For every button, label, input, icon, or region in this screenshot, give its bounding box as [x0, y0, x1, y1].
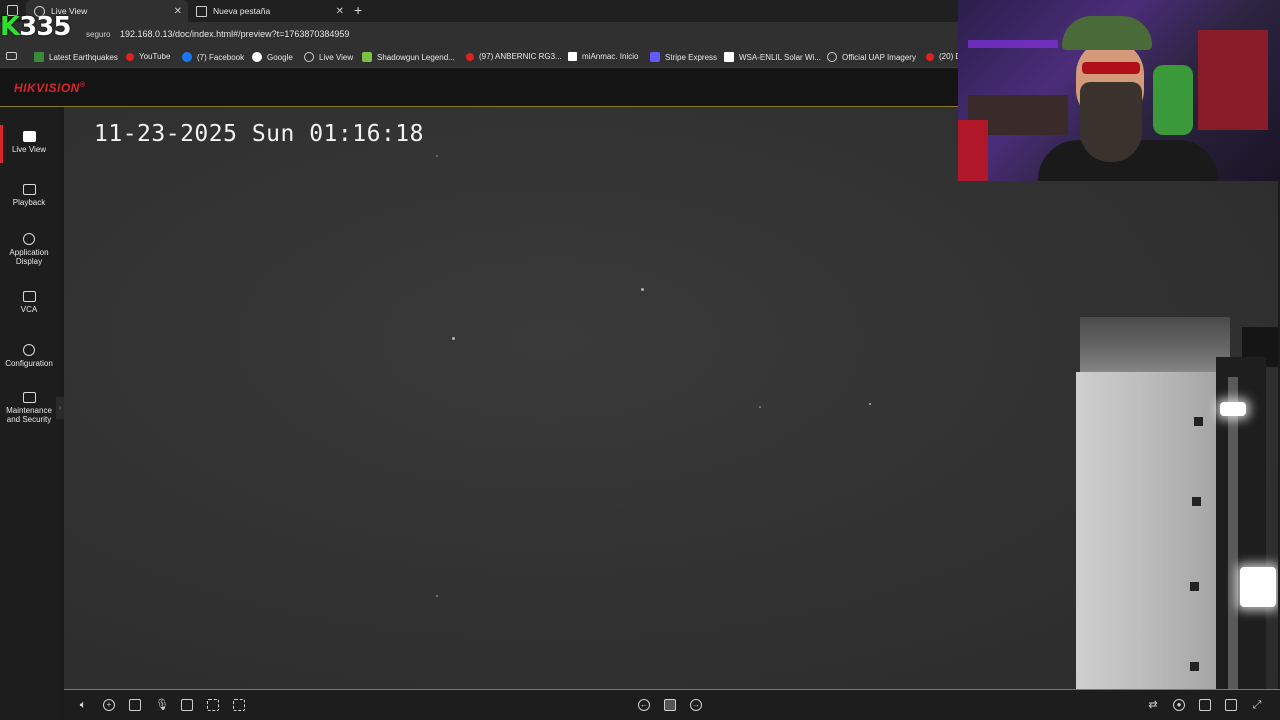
sidebar-item-label: Maintenance and Security	[6, 406, 52, 424]
maintenance-icon	[22, 392, 36, 403]
bookmark-youtube-20[interactable]: (20) D	[926, 52, 961, 61]
sidebar-item-application-display[interactable]: Application Display	[0, 233, 58, 266]
layout-icon[interactable]	[1199, 699, 1211, 711]
record-icon[interactable]: ●	[1173, 699, 1185, 711]
overlay-prefix: K	[0, 12, 20, 42]
security-indicator[interactable]: seguro	[86, 30, 110, 39]
sidebar-item-vca[interactable]: VCA	[0, 291, 58, 314]
video-speck	[436, 595, 438, 597]
playback-icon	[22, 184, 36, 195]
live-video-feed[interactable]: 11-23-2025 Sun 01:16:18	[64, 107, 1278, 689]
close-icon[interactable]: ✕	[174, 6, 182, 17]
sidebar-item-configuration[interactable]: Configuration	[0, 344, 58, 368]
video-speck	[641, 288, 644, 291]
sidebar-item-playback[interactable]: Playback	[0, 184, 58, 207]
video-toolbar: 🔈︎ + 🎙︎ ← → ⇄ ● ⤢	[64, 689, 1280, 720]
sidebar-item-label: Playback	[12, 198, 46, 207]
tab-label: Nueva pestaña	[213, 6, 271, 16]
youtube-icon	[926, 52, 934, 61]
noaa-icon	[724, 52, 734, 62]
hikvision-logo: HIKVISION®	[14, 81, 86, 95]
application-icon	[23, 233, 35, 245]
bookmark-latest-earthquakes[interactable]: Latest Earthquakes	[34, 52, 118, 62]
bookmark-wsa-enlil[interactable]: WSA-ENLIL Solar Wi...	[724, 52, 821, 62]
globe-icon	[827, 52, 837, 62]
snapshot-icon[interactable]	[181, 699, 193, 711]
bookmark-google[interactable]: Google	[252, 52, 293, 62]
previous-icon[interactable]: ←	[638, 699, 650, 711]
youtube-icon	[126, 52, 134, 61]
bookmarks-menu-icon[interactable]	[6, 52, 17, 60]
building-silhouette	[1076, 317, 1278, 689]
next-icon[interactable]: →	[690, 699, 702, 711]
close-icon[interactable]: ✕	[336, 6, 344, 17]
sidebar-item-label: Configuration	[5, 359, 53, 368]
sidebar-item-label: Live View	[11, 145, 47, 154]
sidebar-collapse-handle[interactable]: ›	[56, 397, 64, 419]
fullscreen-icon[interactable]: ⤢	[1251, 699, 1263, 711]
sidebar: Live View Playback Application Display V…	[0, 107, 64, 720]
bookmark-shadowgun[interactable]: Shadowgun Legend...	[362, 52, 455, 62]
gear-icon	[23, 344, 35, 356]
bookmark-live-view[interactable]: Live View	[304, 52, 353, 62]
bookmark-youtube[interactable]: YouTube	[126, 52, 170, 61]
globe-icon	[304, 52, 314, 62]
overlay-number: 335	[19, 12, 71, 42]
sidebar-item-maintenance[interactable]: Maintenance and Security	[0, 392, 58, 424]
focus-icon[interactable]	[207, 699, 219, 711]
overlay-counter: K335	[0, 12, 71, 42]
new-tab-button[interactable]: +	[354, 2, 362, 18]
android-icon	[362, 52, 372, 62]
sidebar-item-live-view[interactable]: Live View	[0, 125, 58, 163]
bookmark-stripe-express[interactable]: Stripe Express	[650, 52, 717, 62]
google-icon	[252, 52, 262, 62]
video-speck	[452, 337, 455, 340]
microphone-icon[interactable]: 🎙︎	[155, 699, 169, 711]
sidebar-item-label: VCA	[20, 305, 38, 314]
video-speck	[436, 155, 438, 157]
r-icon	[568, 52, 577, 61]
bookmark-mianmac[interactable]: miAnmac. Inicio	[568, 52, 638, 61]
url-text[interactable]: 192.168.0.13/doc/index.html#/preview?t=1…	[120, 29, 349, 39]
video-speck	[869, 403, 871, 405]
bookmark-anbernic[interactable]: (97) ANBERNIC RG3...	[466, 52, 562, 61]
page-icon	[196, 5, 207, 17]
stop-icon[interactable]	[664, 699, 676, 711]
bookmark-uap-imagery[interactable]: Official UAP Imagery	[827, 52, 916, 62]
window-icon[interactable]	[1225, 699, 1237, 711]
bookmark-facebook[interactable]: (7) Facebook	[182, 52, 244, 62]
stream-icon[interactable]: ⇄	[1147, 699, 1159, 711]
video-speck	[759, 406, 761, 408]
sidebar-item-label: Application Display	[9, 248, 49, 266]
earthquake-icon	[34, 52, 44, 62]
fullscreen-region-icon[interactable]	[233, 699, 245, 711]
tab-new-tab[interactable]: Nueva pestaña ✕	[188, 0, 350, 22]
video-timestamp: 11-23-2025 Sun 01:16:18	[94, 121, 424, 147]
webcam-overlay	[958, 0, 1280, 181]
camera-icon[interactable]	[129, 699, 141, 711]
live-view-icon	[22, 131, 36, 142]
vca-icon	[22, 291, 36, 302]
mute-icon[interactable]: 🔈︎	[77, 699, 89, 711]
zoom-icon[interactable]: +	[103, 699, 115, 711]
stripe-icon	[650, 52, 660, 62]
youtube-icon	[466, 52, 474, 61]
facebook-icon	[182, 52, 192, 62]
